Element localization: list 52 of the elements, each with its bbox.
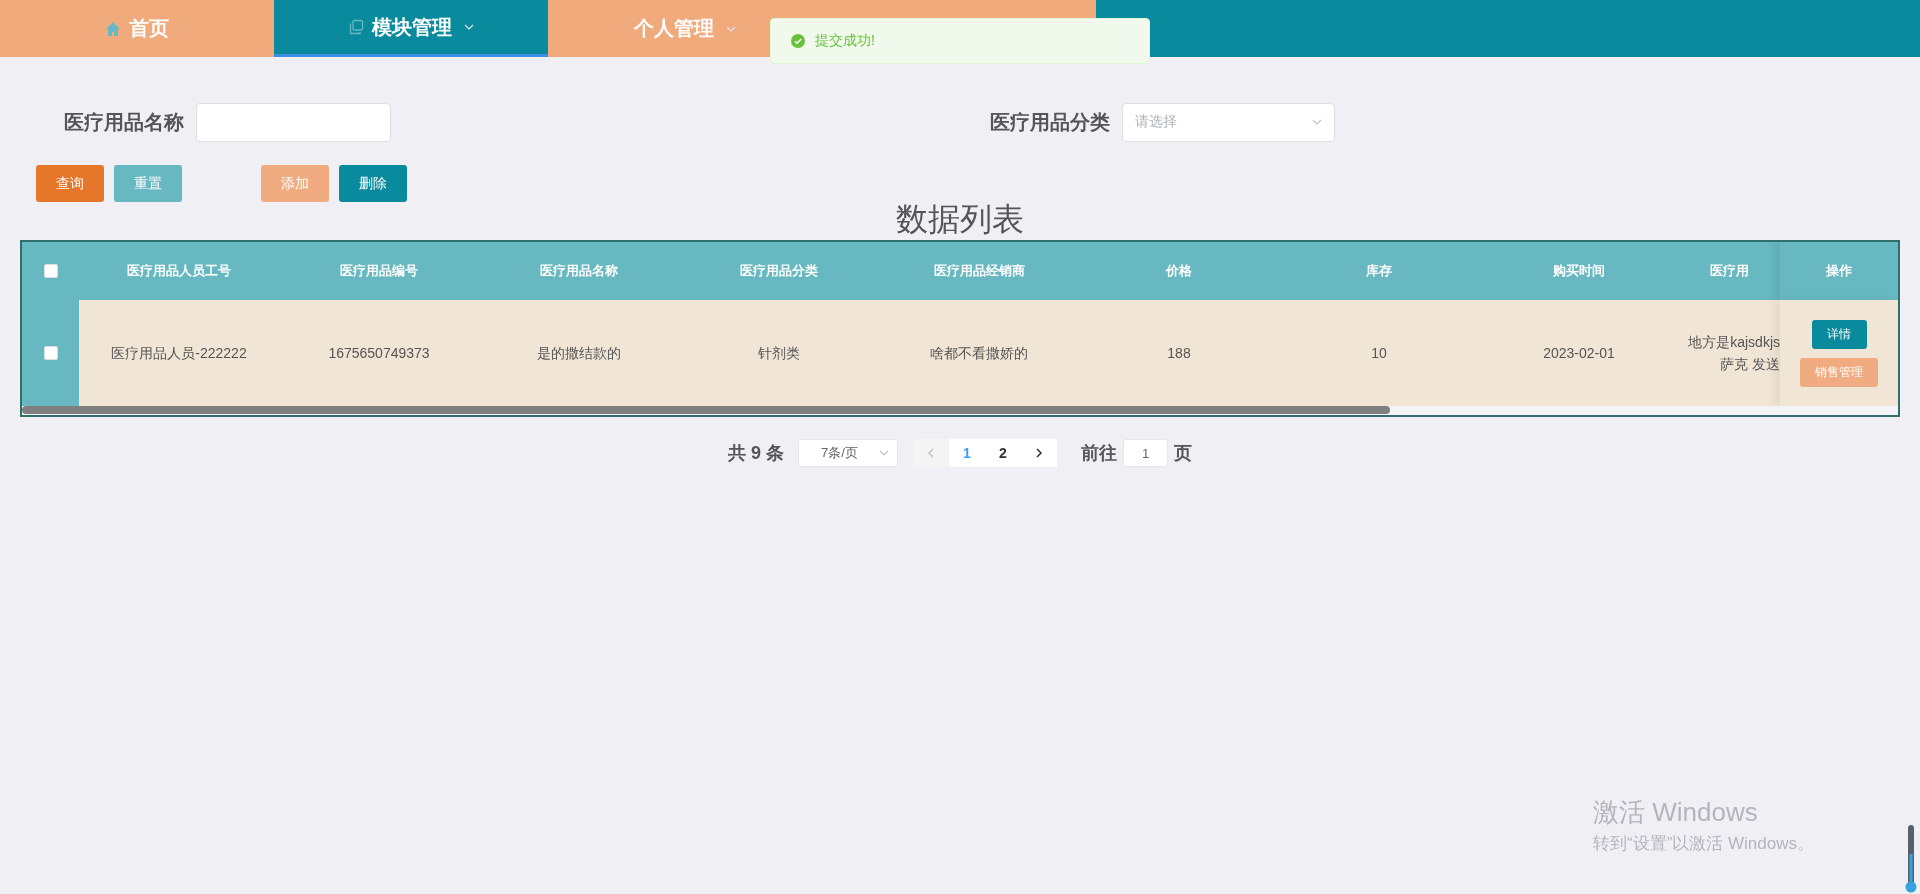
column-header: 价格	[1079, 242, 1279, 300]
chevron-right-icon	[1034, 447, 1044, 459]
copy-icon	[348, 19, 364, 35]
sales-button[interactable]: 销售管理	[1800, 357, 1878, 387]
page-input[interactable]: 1	[1123, 439, 1168, 467]
table-title: 数据列表	[895, 200, 1025, 239]
column-header: 医疗用品名称	[479, 242, 679, 300]
select-field[interactable]: 请选择	[1122, 102, 1335, 142]
detail-button[interactable]: 详情	[1811, 319, 1867, 349]
field-label: 医疗用品分类	[990, 109, 1110, 135]
chevron-left-icon	[926, 447, 936, 459]
table-cell: 10	[1279, 300, 1479, 406]
column-header: 操作	[1780, 242, 1898, 300]
table-cell: 188	[1079, 300, 1279, 406]
next-page-button[interactable]	[1021, 439, 1057, 467]
caret-icon	[879, 448, 889, 458]
activation-message: 转到“设置”以激活 Windows。	[1593, 833, 1814, 855]
page-suffix: 页	[1174, 442, 1192, 465]
delete-button[interactable]: 删除	[339, 165, 407, 202]
table-cell: 1675650749373	[279, 300, 479, 406]
caret-icon	[1312, 117, 1322, 127]
table-cell: 2023-02-01	[1479, 300, 1679, 406]
page-size-select[interactable]: 7条/页	[798, 439, 898, 467]
table-cell: 啥都不看撒娇的	[879, 300, 1079, 406]
input-field[interactable]	[196, 102, 391, 142]
activation-title: 激活 Windows	[1593, 796, 1759, 829]
goto-label: 前往	[1081, 442, 1117, 465]
column-header: 医疗用	[1679, 242, 1780, 300]
column-header: 库存	[1279, 242, 1479, 300]
column-header: 医疗用品编号	[279, 242, 479, 300]
column-header: 医疗用品人员工号	[79, 242, 279, 300]
thermometer-icon	[1905, 824, 1917, 894]
column-header: 购买时间	[1479, 242, 1679, 300]
total-count: 共 9 条	[728, 442, 784, 465]
table-cell: 地方是kajsdkjs 萨克 发送	[1679, 300, 1780, 406]
field-label: 医疗用品名称	[64, 109, 184, 135]
page-button[interactable]: 1	[949, 439, 985, 467]
table-cell: 医疗用品人员-222222	[79, 300, 279, 406]
scrollbar[interactable]	[22, 406, 1390, 414]
search-button[interactable]: 查询	[36, 165, 104, 202]
add-button[interactable]: 添加	[261, 165, 329, 202]
table-cell: 针剂类	[679, 300, 879, 406]
checkbox[interactable]	[43, 346, 58, 360]
nav-tab[interactable]: 首页	[0, 0, 274, 57]
column-header: 医疗用品经销商	[879, 242, 1079, 300]
table-cell: 是的撒结款的	[479, 300, 679, 406]
checkbox[interactable]	[43, 264, 58, 278]
reset-button[interactable]: 重置	[114, 165, 182, 202]
check-circle-icon	[791, 34, 805, 48]
home-icon	[105, 20, 121, 37]
column-header: 医疗用品分类	[679, 242, 879, 300]
page-button[interactable]: 2	[985, 439, 1021, 467]
